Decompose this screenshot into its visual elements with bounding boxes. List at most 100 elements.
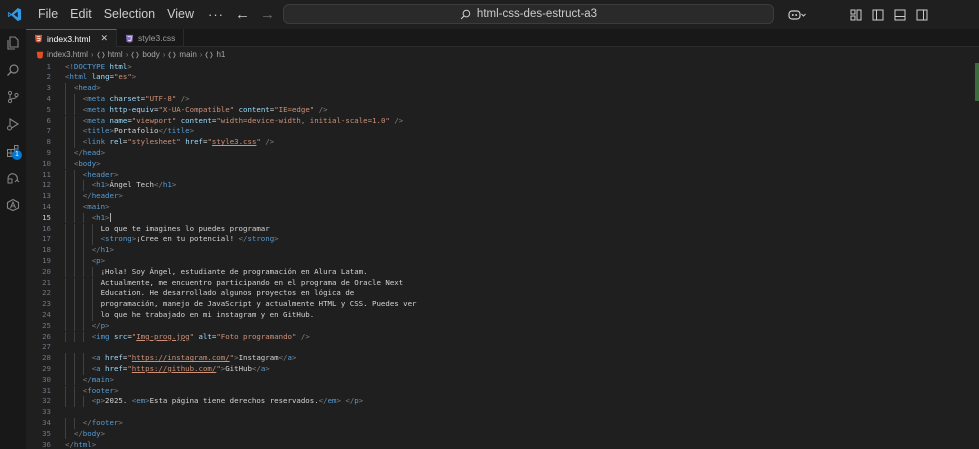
code-line[interactable]: 11 <header>: [26, 169, 966, 181]
code-line[interactable]: 10 <body>: [26, 158, 966, 170]
code-text: lo que he trabajado en mi instagram y en…: [101, 310, 315, 321]
code-line[interactable]: 8 <link rel="stylesheet" href="style3.css…: [26, 137, 966, 148]
code-token: meta: [87, 104, 106, 114]
code-text: Education. He desarrollado algunos proye…: [101, 288, 355, 299]
code-token: />: [180, 93, 190, 103]
code-line[interactable]: 23 programación, manejo de JavaScript y a…: [26, 299, 966, 310]
breadcrumb-main[interactable]: main: [168, 50, 197, 59]
code-text: <header>: [83, 170, 119, 181]
code-token: 2025.: [105, 396, 132, 406]
code-token: em: [136, 396, 146, 406]
code-line[interactable]: 22 Education. He desarrollado algunos pro…: [26, 288, 966, 300]
run-debug-icon[interactable]: [0, 110, 26, 137]
menu-bar: File Edit Selection View ···: [32, 0, 232, 29]
code-line[interactable]: 36 </html>: [26, 440, 966, 449]
remote-explorer-icon[interactable]: [0, 164, 26, 191]
code-line[interactable]: 2 <html lang="es">: [26, 72, 966, 83]
code-line[interactable]: 29 <a href="https://github.com/">GitHub</…: [26, 363, 966, 375]
code-token: </: [82, 374, 92, 384]
code-token: >: [96, 158, 101, 168]
code-line[interactable]: 18 </h1>: [26, 245, 966, 256]
code-token: "X-UA-Compatible": [158, 104, 235, 114]
code-text: <a href="https://instagram.com/">Instagr…: [92, 353, 297, 364]
breadcrumb-body[interactable]: body: [131, 50, 160, 59]
code-line[interactable]: 26 <img src="Img-prog.jpg" alt="Foto prog…: [26, 331, 966, 343]
code-line[interactable]: 14 <main>: [26, 201, 966, 213]
indent-guide: [82, 234, 84, 246]
code-text: <meta name="viewport" content="width=dev…: [83, 116, 403, 127]
back-arrow-icon[interactable]: ←: [235, 0, 250, 29]
code-line[interactable]: 5 <meta http-equiv="X-UA-Compatible" cont…: [26, 104, 966, 116]
breadcrumb-h1[interactable]: h1: [205, 50, 225, 59]
code-line[interactable]: 13 </header>: [26, 191, 966, 202]
code-line[interactable]: 3 <head>: [26, 83, 966, 94]
code-token: https://github.com/: [131, 363, 217, 373]
toggle-primary-sidebar-icon[interactable]: [867, 0, 889, 29]
menu-edit[interactable]: Edit: [64, 0, 98, 29]
menu-more-icon[interactable]: ···: [200, 7, 232, 22]
line-number: 14: [42, 201, 51, 211]
indent-guide: [65, 191, 66, 202]
code-token: "Foto programando": [216, 331, 297, 341]
indent-guide: [73, 169, 75, 181]
forward-arrow-icon[interactable]: →: [260, 0, 275, 29]
indent-guide: [73, 385, 75, 397]
indent-guide: [82, 288, 84, 300]
code-token: "es": [113, 72, 132, 82]
code-line[interactable]: 4 <meta charset="UTF-8" />: [26, 93, 966, 105]
tab-index3-html[interactable]: index3.html ✕: [26, 29, 118, 47]
code-text: <h1>: [92, 213, 111, 224]
line-number: 21: [42, 277, 51, 287]
code-token: strong: [105, 234, 132, 244]
breadcrumb-file[interactable]: index3.html: [36, 50, 88, 59]
menu-view[interactable]: View: [161, 0, 200, 29]
toggle-secondary-sidebar-icon[interactable]: [911, 0, 933, 29]
customize-layout-icon[interactable]: [845, 0, 867, 29]
breadcrumb-html[interactable]: html: [96, 50, 123, 59]
line-number: 1: [46, 61, 51, 71]
indent-guide: [82, 223, 84, 235]
indent-guide: [65, 266, 66, 278]
indent-guide: [65, 277, 66, 289]
code-line[interactable]: 6 <meta name="viewport" content="width=de…: [26, 115, 966, 127]
tab-style3-css[interactable]: style3.css: [117, 29, 185, 47]
code-token: h1: [100, 245, 110, 255]
copilot-icon[interactable]: [783, 0, 811, 29]
extensions-icon[interactable]: 1: [0, 137, 26, 164]
close-icon[interactable]: ✕: [100, 33, 108, 44]
code-line[interactable]: 27: [26, 342, 966, 353]
command-center-search[interactable]: html-css-des-estruct-a3: [283, 4, 774, 24]
menu-selection[interactable]: Selection: [98, 0, 161, 29]
code-editor[interactable]: 1 <!DOCTYPE html> 2 <html lang="es"> 3 <head>…: [26, 61, 979, 449]
vscode-logo-icon: [0, 0, 28, 29]
indent-guide: [65, 104, 66, 116]
code-line[interactable]: 21 Actualmente, me encuentro participando…: [26, 277, 966, 289]
code-line[interactable]: 17 <strong>¡Cree en tu potencial! </stron…: [26, 234, 966, 246]
code-line[interactable]: 7 <title>Portafolio</title>: [26, 126, 966, 138]
code-line[interactable]: 28 <a href="https://instagram.com/">Insta…: [26, 353, 966, 364]
code-line[interactable]: 35 </body>: [26, 428, 966, 440]
code-line[interactable]: 15 <h1>: [26, 212, 966, 224]
source-control-icon[interactable]: [0, 83, 26, 110]
code-token: strong: [247, 234, 275, 244]
code-line[interactable]: 34 </footer>: [26, 417, 966, 429]
indent-guide: [65, 353, 66, 364]
explorer-icon[interactable]: [0, 29, 26, 56]
accounts-extension-icon[interactable]: [0, 191, 26, 218]
code-line[interactable]: 12 <h1>Ángel Tech</h1>: [26, 180, 966, 192]
indent-guide: [73, 320, 75, 332]
code-line[interactable]: 33: [26, 407, 966, 418]
code-line[interactable]: 24 lo que he trabajado en mi instagram y …: [26, 309, 966, 321]
menu-file[interactable]: File: [32, 0, 64, 29]
code-line[interactable]: 31 <footer>: [26, 385, 966, 397]
code-line[interactable]: 1 <!DOCTYPE html>: [26, 62, 966, 73]
code-line[interactable]: 9 </head>: [26, 147, 966, 159]
code-line[interactable]: 19 <p>: [26, 255, 966, 267]
code-line[interactable]: 25 </p>: [26, 320, 966, 332]
search-view-icon[interactable]: [0, 56, 26, 83]
code-line[interactable]: 20 ¡Hola! Soy Ángel, estudiante de progra…: [26, 266, 966, 278]
toggle-panel-icon[interactable]: [889, 0, 911, 29]
code-line[interactable]: 16 Lo que te imagines lo puedes programar: [26, 223, 966, 235]
code-line[interactable]: 30 </main>: [26, 374, 966, 386]
code-line[interactable]: 32 <p>2025. <em>Esta página tiene derecho…: [26, 396, 966, 408]
